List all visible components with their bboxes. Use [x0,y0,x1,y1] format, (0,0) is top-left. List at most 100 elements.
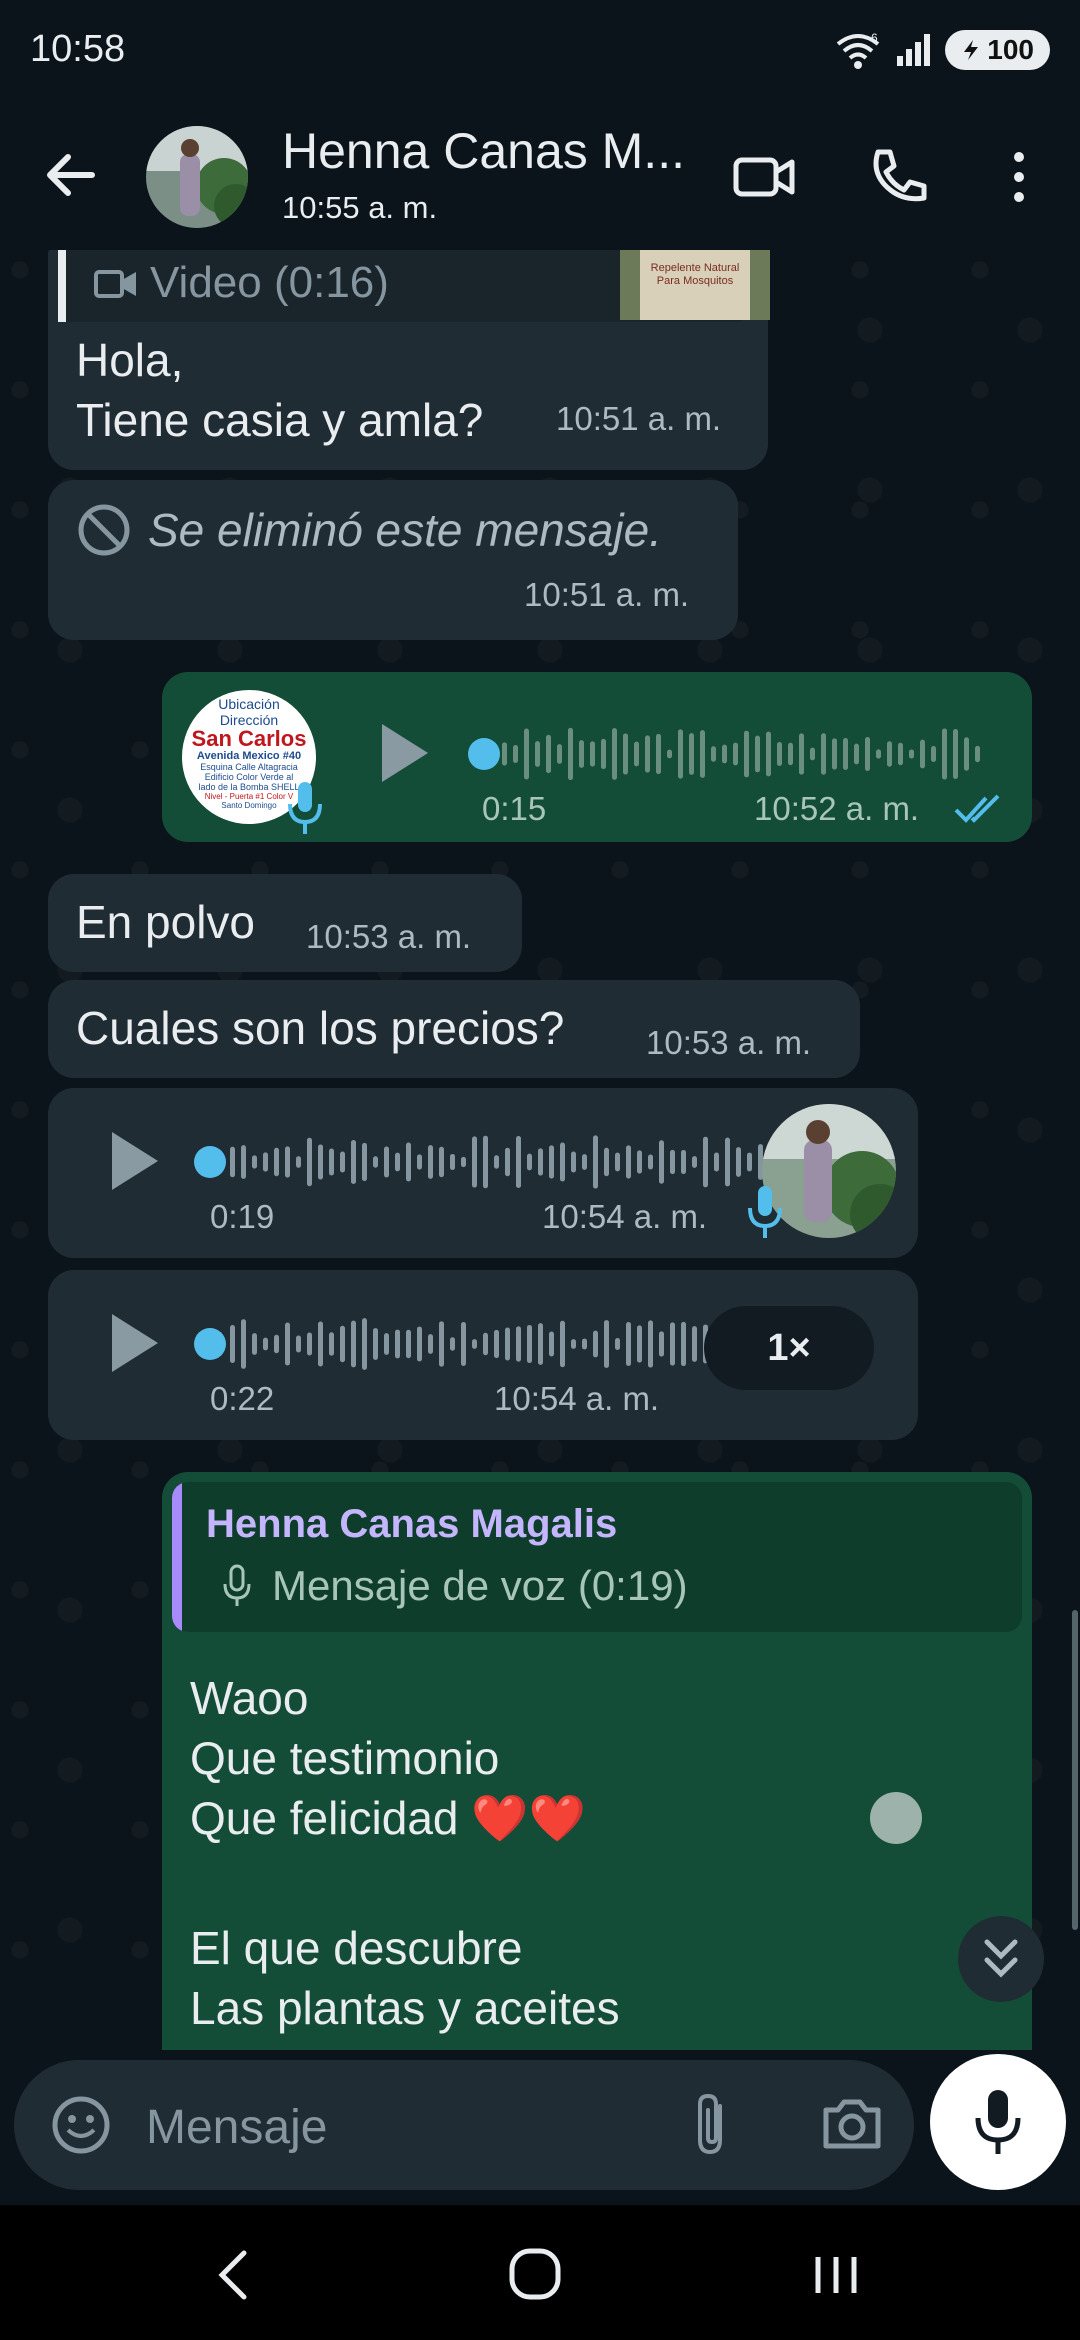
blocked-icon [78,504,130,556]
chat-area[interactable]: Video (0:16) Repelente Natural Para Mosq… [0,250,1080,2050]
waveform-bar [362,1142,367,1182]
waveform-bar [810,747,815,761]
message-outgoing-reply[interactable]: Henna Canas Magalis Mensaje de voz (0:19… [162,1472,1032,2050]
waveform-bar [274,1147,279,1177]
waveform-bar [395,1152,400,1172]
thumb-line: San Carlos [191,726,307,751]
waveform-bar [645,735,650,773]
play-icon[interactable] [104,1308,164,1378]
playback-handle[interactable] [468,738,500,770]
waveform-bar [648,1320,653,1368]
voice-duration: 0:22 [210,1380,275,1417]
nav-recents-icon[interactable] [810,2247,866,2303]
waveform-bar [865,737,870,771]
waveform-bar [362,1318,367,1370]
waveform-bar [942,728,947,780]
waveform-bar [340,1151,345,1173]
waveform-bar [417,1154,422,1170]
waveform-bar [582,1154,587,1170]
play-icon[interactable] [374,718,434,788]
status-bar: 10:58 6 100 [0,0,1080,100]
waveform-bar [568,727,573,781]
quoted-video-label: Video (0:16) [150,258,389,307]
waveform-bar [384,1146,389,1178]
playback-handle[interactable] [194,1146,226,1178]
play-icon[interactable] [104,1126,164,1196]
waveform-bar [406,1142,411,1182]
waveform-bar [659,1331,664,1357]
message-time: 10:51 a. m. [524,576,690,613]
thumb-line: Esquina Calle Altagracia [200,762,298,772]
more-vert-icon[interactable] [984,142,1054,212]
avatar-photo [146,126,248,228]
thumb-line: Avenida Mexico #40 [196,750,302,762]
waveform-bar [505,1327,510,1361]
waveform-bar [626,1145,631,1179]
waveform-bar [744,730,749,778]
contact-name[interactable]: Henna Canas M... [282,122,685,180]
video-thumbnail: Repelente Natural Para Mosquitos [620,250,770,320]
waveform-bar [450,1153,455,1171]
message-incoming-voice[interactable]: 0:19 10:54 a. m. [48,1088,918,1258]
waveform-bar [241,1319,246,1369]
waveform-bar [538,1148,543,1176]
deleted-message-text: Se eliminó este mensaje. [148,504,662,556]
message-time: 10:53 a. m. [646,1024,812,1061]
message-incoming-voice[interactable]: 0:22 10:54 a. m. 1× [48,1270,918,1440]
waveform-bar [854,743,859,765]
waveform-bar [953,729,958,779]
video-call-icon[interactable] [730,142,800,212]
contact-avatar[interactable] [146,126,248,228]
waveform-bar [494,1329,499,1359]
quoted-voice-message[interactable]: Henna Canas Magalis Mensaje de voz (0:19… [172,1482,1022,1632]
message-text-line: Las plantas y aceites [190,1982,620,2034]
phone-icon[interactable] [864,142,934,212]
waveform-bar [406,1329,411,1359]
wifi-icon: 6 [837,31,880,69]
waveform-bar [667,749,672,759]
back-arrow-icon[interactable] [36,140,106,210]
waveform-bar [527,1324,532,1364]
message-input-bar[interactable]: Mensaje [14,2060,914,2190]
message-outgoing-voice[interactable]: Ubicación Dirección San Carlos Avenida M… [162,672,1032,842]
message-incoming-text[interactable]: Cuales son los precios? 10:53 a. m. [48,980,860,1078]
waveform-bar [384,1333,389,1355]
waveform-bar [296,1156,301,1168]
waveform-bar [722,744,727,764]
waveform-bar [439,1146,444,1178]
waveform-bar [832,738,837,770]
camera-icon[interactable] [820,2092,884,2156]
waveform-bar [601,738,606,770]
waveform-bar [373,1328,378,1360]
playback-handle[interactable] [194,1328,226,1360]
waveform-bar [296,1335,301,1353]
waveform-bar [549,1331,554,1357]
message-deleted[interactable]: Se eliminó este mensaje. 10:51 a. m. [48,480,738,640]
message-incoming-text[interactable]: En polvo 10:53 a. m. [48,874,522,972]
playback-speed-button[interactable]: 1× [704,1306,874,1390]
waveform-bar [623,733,628,775]
scroll-down-button[interactable] [958,1916,1044,2002]
emoji-icon[interactable] [50,2094,112,2156]
nav-home-icon[interactable] [506,2245,566,2305]
message-input[interactable]: Mensaje [146,2100,327,2155]
quoted-video[interactable]: Video (0:16) Repelente Natural Para Mosq… [58,250,770,322]
waveform-bar [733,742,738,766]
waveform-bar [351,1320,356,1368]
message-text: Hola, Tiene casia y amla? [76,334,484,446]
waveform-bar [263,1337,268,1351]
voice-record-button[interactable] [930,2054,1066,2190]
attach-icon[interactable] [684,2090,738,2160]
waveform-bar [670,1149,675,1175]
waveform-bar [546,734,551,774]
voice-duration: 0:15 [482,790,547,827]
nav-back-icon[interactable] [210,2247,260,2303]
quote-author: Henna Canas Magalis [206,1502,618,1546]
voice-waveform[interactable] [498,724,988,784]
message-incoming-reply[interactable]: Video (0:16) Repelente Natural Para Mosq… [48,250,770,470]
scrollbar[interactable] [1072,1610,1078,1930]
waveform-bar [700,730,705,778]
waveform-bar [626,1322,631,1366]
voice-waveform[interactable] [226,1314,726,1374]
voice-waveform[interactable] [226,1132,766,1192]
